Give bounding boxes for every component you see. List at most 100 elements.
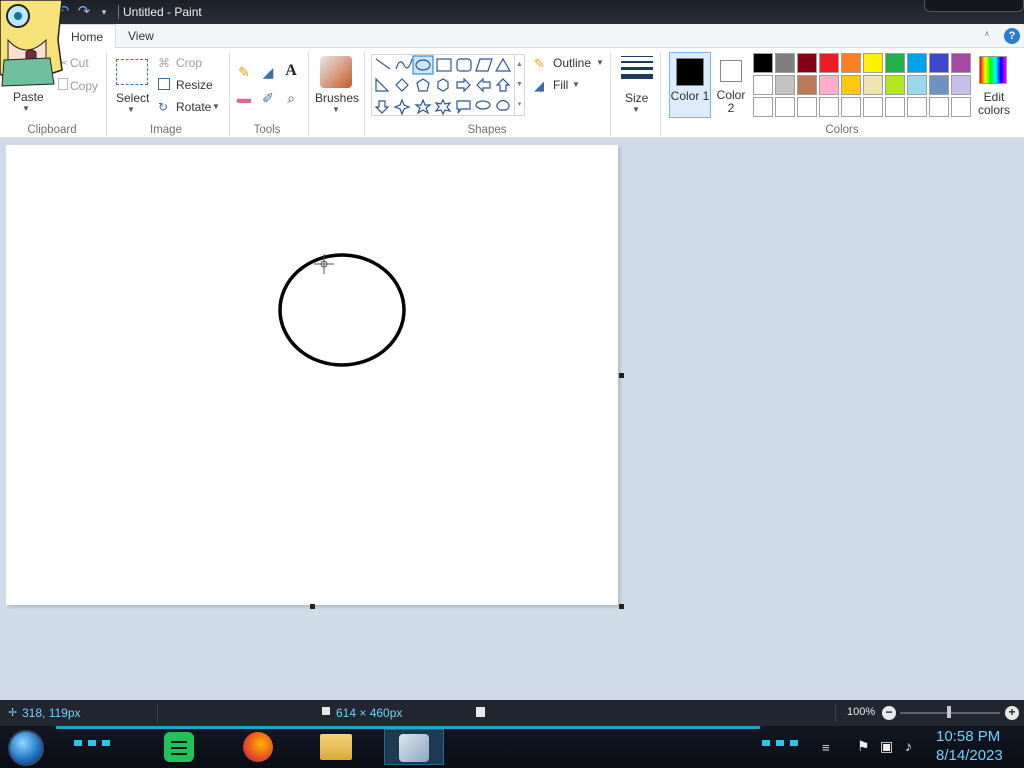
chevron-down-icon[interactable]: ▼ <box>127 105 135 114</box>
rotate-button[interactable]: Rotate <box>176 100 211 114</box>
palette-swatch[interactable] <box>863 75 883 95</box>
palette-swatch[interactable] <box>753 53 773 73</box>
chevron-down-icon[interactable]: ▼ <box>596 58 604 67</box>
chevron-down-icon[interactable]: ▼ <box>212 102 220 111</box>
clock-date[interactable]: 8/14/2023 <box>936 747 1003 764</box>
palette-swatch[interactable] <box>929 53 949 73</box>
firefox-icon[interactable] <box>243 732 273 762</box>
palette-swatch[interactable] <box>775 75 795 95</box>
zoom-level: 100% <box>847 706 876 718</box>
palette-swatch[interactable] <box>797 97 817 117</box>
flag-icon[interactable]: ⚑ <box>857 738 870 755</box>
volume-icon[interactable]: ♪ <box>905 738 912 754</box>
palette-swatch[interactable] <box>929 75 949 95</box>
select-button[interactable]: Select <box>116 91 149 105</box>
customize-quick-access-icon[interactable]: ▾ <box>95 3 113 21</box>
fill-bucket-icon[interactable]: ◢ <box>258 62 278 82</box>
palette-swatch[interactable] <box>797 53 817 73</box>
rotate-icon[interactable]: ↻ <box>158 100 168 114</box>
palette-swatch[interactable] <box>907 53 927 73</box>
show-hidden-icons[interactable]: ≡ <box>822 740 830 755</box>
resize-handle-right[interactable] <box>619 373 624 378</box>
divider <box>364 52 365 136</box>
size-button[interactable]: Size <box>625 91 648 105</box>
size-icon[interactable] <box>621 56 653 79</box>
fill-dropdown[interactable]: Fill <box>553 78 568 92</box>
palette-swatch[interactable] <box>775 97 795 117</box>
color1-label: Color 1 <box>670 89 710 103</box>
palette-swatch[interactable] <box>885 53 905 73</box>
palette-swatch[interactable] <box>841 97 861 117</box>
palette-swatch[interactable] <box>841 75 861 95</box>
avatar <box>0 0 64 112</box>
palette-swatch[interactable] <box>863 53 883 73</box>
collapse-ribbon-icon[interactable]: ∧ <box>984 29 990 38</box>
color2-button[interactable]: Color 2 <box>712 52 750 118</box>
file-explorer-icon[interactable] <box>320 734 352 760</box>
palette-swatch[interactable] <box>841 53 861 73</box>
palette-swatch[interactable] <box>951 75 971 95</box>
crosshair-icon: ✛ <box>8 707 18 719</box>
zoom-slider-thumb[interactable] <box>947 706 951 718</box>
spotify-icon[interactable] <box>164 732 194 762</box>
select-icon[interactable] <box>116 59 148 85</box>
palette-swatch[interactable] <box>907 97 927 117</box>
drawing-canvas[interactable] <box>6 145 618 605</box>
outline-dropdown[interactable]: Outline <box>553 56 591 70</box>
resize-button[interactable]: Resize <box>176 78 213 92</box>
tab-home[interactable]: Home <box>58 24 117 49</box>
brush-icon[interactable] <box>320 56 352 88</box>
palette-swatch[interactable] <box>863 97 883 117</box>
network-icon[interactable]: ▣ <box>880 738 893 755</box>
palette-swatch[interactable] <box>951 97 971 117</box>
pencil-icon[interactable]: ✎ <box>234 62 254 82</box>
palette-swatch[interactable] <box>951 53 971 73</box>
magnifier-icon[interactable]: ⌕ <box>281 88 301 108</box>
palette-swatch[interactable] <box>775 53 795 73</box>
text-tool-icon[interactable]: A <box>281 61 301 81</box>
palette-swatch[interactable] <box>885 97 905 117</box>
outline-icon[interactable]: ✎ <box>534 56 545 72</box>
resize-handle-bottom[interactable] <box>310 604 315 609</box>
edit-colors-button[interactable]: Edit colors <box>978 91 1010 117</box>
palette-swatch[interactable] <box>819 97 839 117</box>
palette-swatch[interactable] <box>797 75 817 95</box>
brushes-button[interactable]: Brushes <box>315 91 359 105</box>
cut-button[interactable]: Cut <box>70 56 89 70</box>
canvas-size: 614 × 460px <box>336 706 403 720</box>
palette-swatch[interactable] <box>753 75 773 95</box>
resize-handle-corner[interactable] <box>619 604 624 609</box>
window-controls[interactable] <box>924 0 1024 12</box>
edit-colors-icon[interactable] <box>979 56 1007 84</box>
crop-icon[interactable]: ⌘ <box>158 56 170 70</box>
chevron-down-icon[interactable]: ▼ <box>632 105 640 114</box>
color1-swatch <box>676 58 704 86</box>
crop-button[interactable]: Crop <box>176 56 202 70</box>
color1-button[interactable]: Color 1 <box>669 52 711 118</box>
redo-icon[interactable]: ↷ <box>75 3 93 21</box>
help-icon[interactable]: ? <box>1004 28 1020 44</box>
clock-time[interactable]: 10:58 PM <box>936 728 1000 745</box>
palette-swatch[interactable] <box>819 53 839 73</box>
selection-size-icon <box>322 707 330 715</box>
colors-group-label: Colors <box>825 124 859 136</box>
palette-swatch[interactable] <box>819 75 839 95</box>
palette-swatch[interactable] <box>753 97 773 117</box>
paint-taskbar-button[interactable] <box>384 729 444 765</box>
fill-icon[interactable]: ◢ <box>534 78 544 94</box>
color-picker-icon[interactable]: ✐ <box>258 88 278 108</box>
resize-icon[interactable] <box>158 78 170 90</box>
chevron-down-icon[interactable]: ▼ <box>572 80 580 89</box>
palette-swatch[interactable] <box>929 97 949 117</box>
shapes-scroll[interactable]: ▲ ▼ ▾ <box>515 54 525 116</box>
eraser-icon[interactable]: ▬ <box>234 88 254 108</box>
zoom-out-icon[interactable]: − <box>882 706 896 720</box>
zoom-in-icon[interactable]: + <box>1005 706 1019 720</box>
palette-swatch[interactable] <box>885 75 905 95</box>
palette-swatch[interactable] <box>907 75 927 95</box>
tab-view[interactable]: View <box>116 24 166 48</box>
chevron-down-icon[interactable]: ▼ <box>332 105 340 114</box>
copy-button[interactable]: Copy <box>70 79 98 93</box>
start-button[interactable] <box>8 730 44 766</box>
divider <box>610 52 611 136</box>
